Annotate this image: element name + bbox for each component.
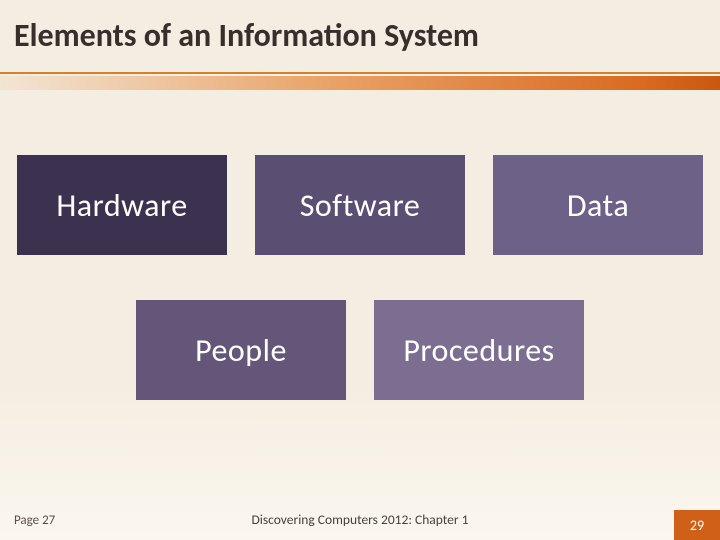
slide-title: Elements of an Information System — [14, 18, 706, 53]
tile-label: Software — [300, 186, 421, 225]
tile-label: Data — [567, 186, 629, 225]
slide-number: 29 — [690, 517, 704, 534]
tile-label: Procedures — [403, 331, 554, 370]
tile-data: Data — [493, 155, 703, 255]
tile-row-1: Hardware Software Data — [0, 155, 720, 255]
tile-label: People — [195, 331, 287, 370]
tile-people: People — [136, 300, 346, 400]
tile-software: Software — [255, 155, 465, 255]
tile-label: Hardware — [56, 186, 187, 225]
title-divider — [0, 72, 720, 94]
tile-procedures: Procedures — [374, 300, 584, 400]
tile-hardware: Hardware — [17, 155, 227, 255]
footer: Page 27 Discovering Computers 2012: Chap… — [0, 495, 720, 540]
slide-number-badge: 29 — [674, 510, 720, 540]
footer-text: Discovering Computers 2012: Chapter 1 — [0, 511, 720, 528]
divider-gradient — [0, 76, 720, 90]
divider-line — [0, 72, 720, 74]
tile-row-2: People Procedures — [0, 300, 720, 400]
